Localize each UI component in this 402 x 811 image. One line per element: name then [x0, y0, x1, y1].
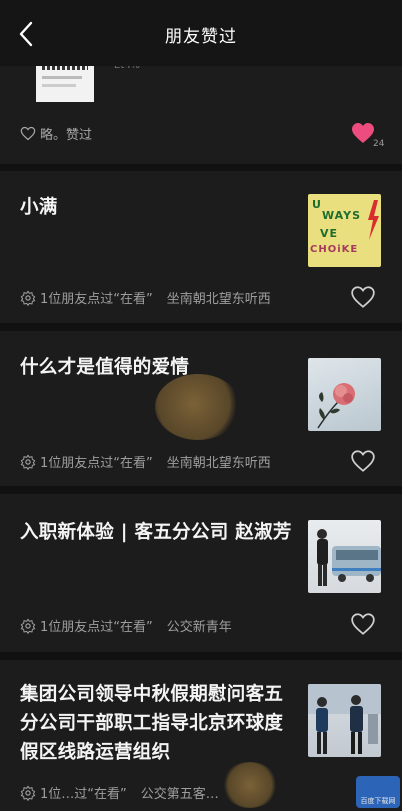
friends-viewed-text: 1位…过“在看” [40, 787, 127, 802]
heart-outline-icon [351, 613, 375, 635]
article-title: 什么才是值得的爱情 [20, 357, 190, 378]
card-meta-row: 1位朋友点过“在看” 公交新青年 [20, 616, 232, 635]
settings-gear-icon [20, 785, 36, 801]
settings-gear-icon [20, 618, 36, 634]
like-count: 24 [373, 139, 385, 149]
article-title: 集团公司领导中秋假期慰问客五分公司干部职工指导北京环球度假区线路运营组织 [20, 684, 284, 763]
like-button[interactable] [350, 285, 376, 309]
friends-viewed-text: 1位朋友点过“在看” [40, 292, 153, 307]
settings-gear-icon [20, 290, 36, 306]
article-card[interactable]: 小满 U WAYS VE CHOiKE 1位朋友点过“在看” 坐南朝北望东听西 [0, 171, 402, 323]
like-button[interactable]: 24 [351, 122, 391, 152]
heart-outline-icon [351, 286, 375, 308]
card-meta-row: 1位朋友点过“在看” 坐南朝北望东听西 [20, 288, 271, 307]
liked-by-text: 略。赞过 [40, 128, 93, 143]
article-thumbnail [308, 358, 381, 431]
friends-viewed-text: 1位朋友点过“在看” [40, 620, 153, 635]
article-thumbnail [36, 60, 94, 102]
header-bar: 朋友赞过 [0, 0, 402, 66]
article-thumbnail [308, 520, 381, 593]
article-card[interactable]: 集团公司领导中秋假期慰问客五分公司干部职工指导北京环球度假区线路运营组织 1位…… [0, 660, 402, 811]
heart-filled-icon [352, 123, 374, 143]
article-source[interactable]: 公交第五客… [141, 783, 219, 802]
article-thumbnail: U WAYS VE CHOiKE [308, 194, 381, 267]
article-card[interactable]: 入职新体验 | 客五分公司 赵淑芳 1位朋友点过“在看” 公交新青年 [0, 494, 402, 652]
like-button[interactable] [350, 449, 376, 473]
friends-viewed-text: 1位朋友点过“在看” [40, 456, 153, 471]
article-card[interactable]: Et I% 略。赞过 24 [0, 52, 402, 164]
settings-gear-icon [20, 454, 36, 470]
like-button[interactable] [350, 612, 376, 636]
card-meta-row: 1位朋友点过“在看” 坐南朝北望东听西 [20, 452, 271, 471]
article-source[interactable]: 坐南朝北望东听西 [167, 288, 271, 307]
article-card[interactable]: 什么才是值得的爱情 1位朋友点过“在看” 坐南朝北望东听西 [0, 331, 402, 486]
article-source[interactable]: 公交新青年 [167, 616, 232, 635]
article-title: 入职新体验 | 客五分公司 赵淑芳 [20, 522, 292, 543]
card-meta-row: 1位…过“在看” 公交第五客… [20, 783, 219, 802]
page: 朋友赞过 Et I% 略。赞过 24 小满 U WAYS VE CHOiKE [0, 0, 402, 811]
liked-by-row: 略。赞过 [20, 124, 92, 143]
article-source[interactable]: 坐南朝北望东听西 [167, 452, 271, 471]
page-title: 朋友赞过 [165, 27, 237, 47]
watermark-badge: 百度下载网 [356, 776, 400, 808]
heart-outline-icon [20, 126, 36, 141]
article-thumbnail [308, 684, 381, 757]
article-title: 小满 [20, 197, 58, 218]
heart-outline-icon [351, 450, 375, 472]
